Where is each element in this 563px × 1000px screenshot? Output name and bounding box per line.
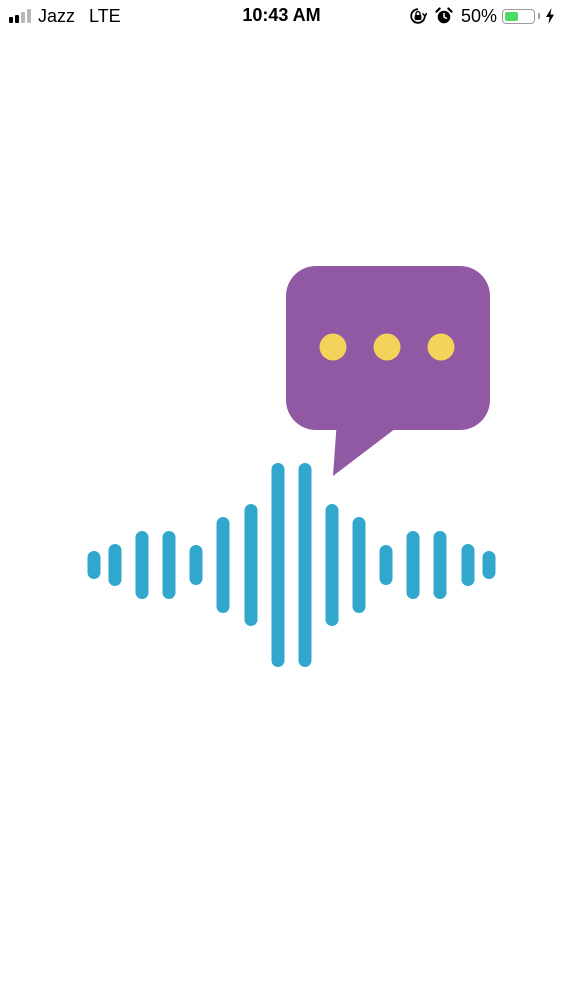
sound-wave-bar — [87, 551, 101, 579]
sound-wave-bar — [379, 545, 393, 585]
sound-wave-bar — [461, 544, 475, 586]
sound-wave-icon — [87, 463, 496, 667]
sound-wave-bar — [135, 531, 149, 599]
sound-wave-bar — [325, 504, 339, 626]
sound-wave-bar — [162, 531, 176, 599]
sound-wave-bar — [298, 463, 312, 667]
sound-wave-bar — [482, 551, 496, 579]
sound-wave-bar — [271, 463, 285, 667]
sound-wave-bar — [352, 517, 366, 613]
typing-dot — [427, 333, 455, 361]
sound-wave-bar — [216, 517, 230, 613]
sound-wave-bar — [108, 544, 122, 586]
app-logo — [87, 266, 496, 667]
sound-wave-bar — [189, 545, 203, 585]
typing-dot — [319, 333, 347, 361]
speech-bubble-tail — [333, 420, 404, 476]
speech-bubble-icon — [286, 266, 490, 476]
sound-wave-bar — [433, 531, 447, 599]
sound-wave-bar — [406, 531, 420, 599]
typing-dot — [373, 333, 401, 361]
splash-screen: Jazz LTE 10:43 AM 50% — [0, 0, 563, 1000]
sound-wave-bar — [244, 504, 258, 626]
